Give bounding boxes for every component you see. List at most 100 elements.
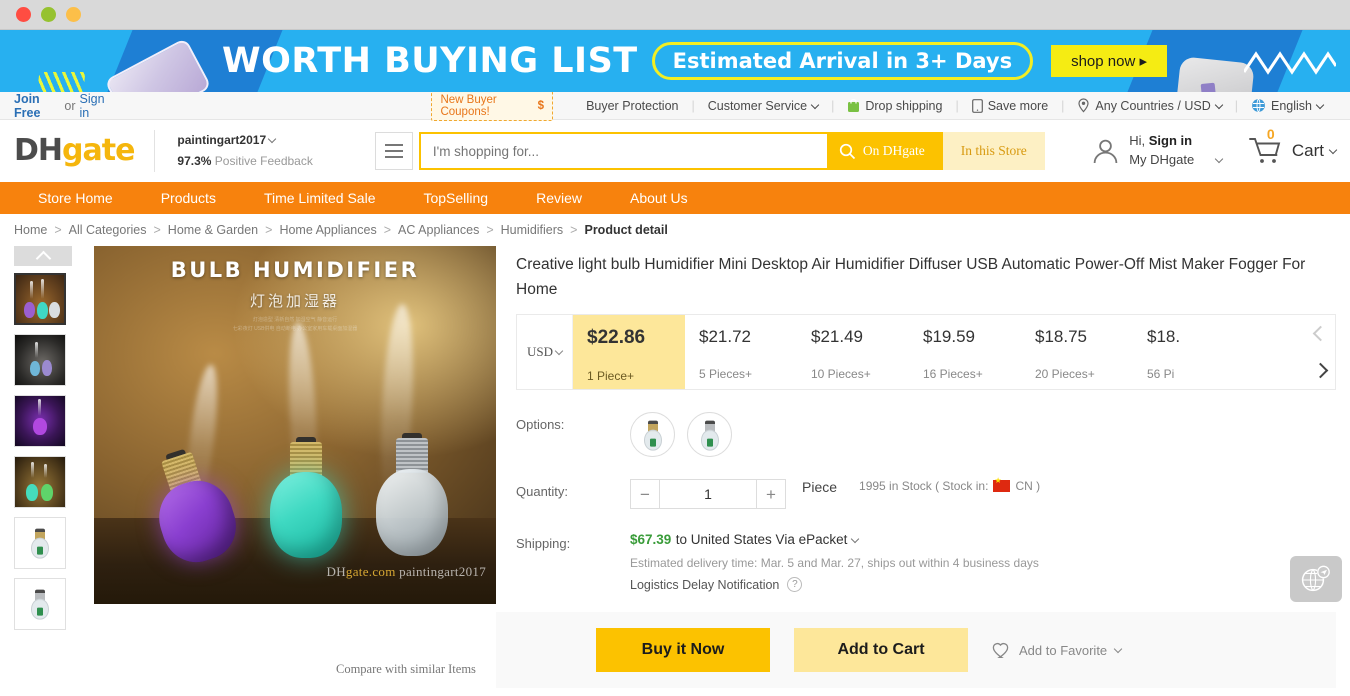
account-my-dhgate-row: My DHgate: [1129, 151, 1222, 170]
search-icon: [839, 143, 856, 160]
breadcrumb-item-home-appliances[interactable]: Home Appliances: [279, 223, 376, 237]
thumbnail-6-bulb-silver-cap[interactable]: [14, 578, 66, 630]
price-tier-1[interactable]: $22.86 1 Piece+: [573, 315, 685, 389]
store-nav-products[interactable]: Products: [137, 190, 240, 206]
top-link-buyer-protection[interactable]: Buyer Protection: [573, 99, 691, 113]
store-info: paintingart2017 97.3% Positive Feedback: [154, 130, 312, 172]
sign-in-link[interactable]: Sign in: [80, 92, 112, 120]
cart-button[interactable]: 0 Cart: [1248, 136, 1336, 166]
quantity-input[interactable]: [660, 479, 756, 509]
breadcrumb-item-humidifiers[interactable]: Humidifiers: [501, 223, 564, 237]
tier-price: $18.75: [1035, 327, 1133, 347]
promo-banner[interactable]: WORTH BUYING LIST Estimated Arrival in 3…: [0, 30, 1350, 92]
tier-price: $19.59: [923, 327, 1021, 347]
product-main: BULB HUMIDIFIER 灯泡加湿器 灯泡造型 清新自然 加湿空气 静音运…: [0, 246, 1350, 688]
breadcrumb-separator: >: [570, 223, 577, 237]
help-icon[interactable]: ?: [787, 577, 802, 592]
international-shipping-widget[interactable]: [1290, 556, 1342, 602]
breadcrumb-item-ac-appliances[interactable]: AC Appliances: [398, 223, 479, 237]
breadcrumb-item-home-garden[interactable]: Home & Garden: [168, 223, 258, 237]
price-tier-6[interactable]: $18. 56 Pi: [1133, 315, 1245, 389]
top-link-drop-shipping[interactable]: Drop shipping: [834, 99, 955, 113]
breadcrumb-separator: >: [153, 223, 160, 237]
shipping-destination: to United States Via ePacket: [676, 532, 848, 547]
option-bulb-gold-cap[interactable]: [630, 412, 675, 457]
breadcrumb-separator: >: [486, 223, 493, 237]
watermark-dh: DH: [327, 564, 346, 579]
burger-line: [385, 156, 403, 158]
top-link-label: Drop shipping: [865, 99, 942, 113]
coupon-label: New Buyer Coupons!: [440, 94, 528, 118]
store-name-row[interactable]: paintingart2017: [177, 130, 312, 151]
thumbnail-4-humidifier-green-pair[interactable]: [14, 456, 66, 508]
quantity-unit: Piece: [802, 479, 837, 495]
banner-shop-now-button[interactable]: shop now ▸: [1051, 45, 1167, 77]
quantity-increase-button[interactable]: +: [756, 479, 786, 509]
store-nav-about-us[interactable]: About Us: [606, 190, 712, 206]
maximize-window-button[interactable]: [66, 7, 81, 22]
join-free-link[interactable]: Join Free: [14, 92, 60, 120]
new-buyer-coupons-badge[interactable]: New Buyer Coupons! $: [431, 91, 553, 121]
product-info-panel: Creative light bulb Humidifier Mini Desk…: [516, 246, 1336, 688]
buy-it-now-button[interactable]: Buy it Now: [596, 628, 770, 672]
account-text: Hi, Sign in My DHgate: [1129, 132, 1222, 170]
price-tier-3[interactable]: $21.49 10 Pieces+: [797, 315, 909, 389]
compare-with-similar-items-link[interactable]: Compare with similar Items: [336, 662, 476, 677]
breadcrumb-item-all-categories[interactable]: All Categories: [69, 223, 147, 237]
search-in-this-store-button[interactable]: In this Store: [943, 132, 1045, 170]
account-menu[interactable]: Hi, Sign in My DHgate: [1091, 132, 1222, 170]
tier-quantity: 5 Pieces+: [699, 367, 797, 381]
watermark-store: paintingart2017: [399, 564, 486, 579]
close-window-button[interactable]: [16, 7, 31, 22]
window-title-bar: [0, 0, 1350, 30]
carousel-prev-button[interactable]: [1312, 326, 1328, 342]
quantity-decrease-button[interactable]: −: [630, 479, 660, 509]
cart-label: Cart: [1292, 141, 1324, 161]
store-nav-store-home[interactable]: Store Home: [14, 190, 137, 206]
stock-info: 1995 in Stock ( Stock in: CN ): [859, 479, 1040, 493]
thumbnail-2-humidifier-dark-desk[interactable]: [14, 334, 66, 386]
product-main-image[interactable]: BULB HUMIDIFIER 灯泡加湿器 灯泡造型 清新自然 加湿空气 静音运…: [94, 246, 496, 604]
search-input[interactable]: [419, 132, 827, 170]
dhgate-logo[interactable]: DHgate: [14, 136, 134, 166]
chevron-down-icon: [1215, 155, 1223, 163]
top-link-save-more[interactable]: Save more: [959, 99, 1061, 113]
search-on-dhgate-button[interactable]: On DHgate: [827, 132, 943, 170]
price-tier-2[interactable]: $21.72 5 Pieces+: [685, 315, 797, 389]
logistics-delay-notification[interactable]: Logistics Delay Notification ?: [630, 577, 1039, 592]
account-my-dhgate: My DHgate: [1129, 152, 1194, 167]
gallery-scroll-up-button[interactable]: [14, 246, 72, 266]
thumbnail-3-humidifier-purple[interactable]: [14, 395, 66, 447]
breadcrumb-item-home[interactable]: Home: [14, 223, 47, 237]
carousel-next-button[interactable]: [1312, 363, 1328, 379]
option-bulb-silver-cap[interactable]: [687, 412, 732, 457]
top-link-label: Save more: [988, 99, 1048, 113]
chevron-down-icon: [1114, 645, 1122, 653]
shipping-main-line[interactable]: $67.39 to United States Via ePacket: [630, 531, 1039, 549]
options-row: Options:: [516, 412, 1336, 457]
top-link-country-currency[interactable]: Any Countries / USD: [1064, 98, 1234, 113]
thumbnail-5-bulb-gold-cap[interactable]: [14, 517, 66, 569]
shipping-row: Shipping: $67.39 to United States Via eP…: [516, 531, 1336, 592]
currency-selector[interactable]: USD: [517, 315, 573, 389]
tier-price: $21.72: [699, 327, 797, 347]
search-area: On DHgate In this Store: [375, 132, 1045, 170]
minimize-window-button[interactable]: [41, 7, 56, 22]
price-tier-5[interactable]: $18.75 20 Pieces+: [1021, 315, 1133, 389]
add-to-cart-button[interactable]: Add to Cart: [794, 628, 968, 672]
header-right-area: Hi, Sign in My DHgate 0 Cart: [1091, 132, 1336, 170]
top-link-language[interactable]: English: [1238, 98, 1336, 113]
store-nav-topselling[interactable]: TopSelling: [399, 190, 512, 206]
category-menu-button[interactable]: [375, 132, 413, 170]
price-tier-4[interactable]: $19.59 16 Pieces+: [909, 315, 1021, 389]
tier-price: $21.49: [811, 327, 909, 347]
account-signin-link[interactable]: Sign in: [1149, 133, 1192, 148]
store-nav-time-limited-sale[interactable]: Time Limited Sale: [240, 190, 400, 206]
tier-quantity: 20 Pieces+: [1035, 367, 1133, 381]
top-link-customer-service[interactable]: Customer Service: [695, 99, 831, 113]
store-nav-review[interactable]: Review: [512, 190, 606, 206]
bulb-icon: [30, 590, 50, 620]
add-to-favorite-button[interactable]: Add to Favorite: [992, 642, 1121, 659]
tier-quantity: 16 Pieces+: [923, 367, 1021, 381]
thumbnail-1-bulb-humidifier-banner[interactable]: [14, 273, 66, 325]
